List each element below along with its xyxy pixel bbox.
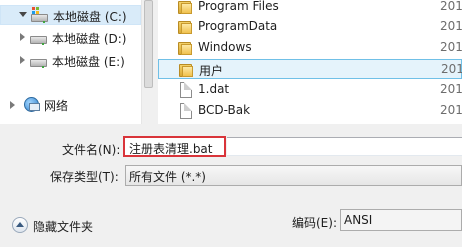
list-item[interactable]: Program Files 2016: [158, 0, 462, 17]
file-date: 2016: [440, 0, 462, 13]
file-name: ProgramData: [198, 19, 278, 33]
system-drive-icon: [31, 7, 48, 23]
folder-icon: [179, 63, 193, 77]
tree-item-label: 本地磁盘 (E:): [52, 55, 125, 69]
filename-label: 文件名(N):: [62, 143, 121, 157]
file-date: 2016: [440, 82, 462, 96]
expand-arrow-icon[interactable]: [20, 56, 25, 64]
folder-icon: [178, 41, 192, 55]
list-item[interactable]: Windows 2016: [158, 38, 462, 58]
list-item[interactable]: 1.dat 2016: [158, 80, 462, 100]
file-name: 1.dat: [198, 82, 230, 96]
encoding-label: 编码(E):: [292, 216, 337, 230]
tree-item-network[interactable]: 网络: [0, 95, 141, 115]
collapse-icon[interactable]: [12, 217, 28, 233]
navigation-pane: 本地磁盘 (C:) 本地磁盘 (D:) 本地磁盘 (E:) 网络: [0, 0, 154, 124]
file-list: Program Files 2016 ProgramData 2016 Wind…: [158, 0, 462, 124]
file-date: 2016: [440, 40, 462, 54]
file-date: 2016: [440, 103, 462, 117]
drive-icon: [30, 56, 47, 68]
file-name: Windows: [198, 40, 252, 54]
file-icon: [180, 82, 192, 98]
tree-item-drive-c[interactable]: 本地磁盘 (C:): [0, 5, 141, 25]
file-date: 2016: [440, 19, 462, 33]
filename-field[interactable]: 注册表清理.bat: [123, 136, 226, 157]
file-date: 2015: [441, 62, 462, 76]
tree-item-label: 网络: [44, 99, 69, 113]
network-icon: [24, 97, 40, 112]
tree-item-label: 本地磁盘 (C:): [53, 10, 127, 24]
filetype-value: 所有文件 (*.*): [129, 170, 206, 184]
list-item[interactable]: 用户 2015: [158, 59, 462, 79]
scrollbar-thumb[interactable]: [144, 0, 153, 88]
file-name: BCD-Bak: [198, 103, 251, 117]
folder-icon: [178, 20, 192, 34]
filename-input-extension[interactable]: [227, 137, 462, 156]
list-item[interactable]: BCD-Bak 2016: [158, 101, 462, 121]
tree-item-drive-e[interactable]: 本地磁盘 (E:): [0, 51, 141, 71]
expand-arrow-icon[interactable]: [19, 12, 27, 17]
filename-value: 注册表清理.bat: [129, 142, 213, 156]
tree-item-drive-d[interactable]: 本地磁盘 (D:): [0, 28, 141, 48]
hide-folders-button[interactable]: 隐藏文件夹: [33, 218, 93, 235]
file-name: 用户: [199, 64, 224, 78]
encoding-value: ANSI: [344, 213, 373, 227]
expand-arrow-icon[interactable]: [20, 33, 25, 41]
drive-icon: [30, 33, 47, 45]
filetype-label: 保存类型(T):: [50, 170, 119, 184]
expand-arrow-icon[interactable]: [10, 101, 15, 109]
folder-icon: [178, 0, 192, 14]
filetype-select[interactable]: 所有文件 (*.*): [125, 165, 462, 186]
file-name: Program Files: [198, 0, 279, 13]
encoding-select[interactable]: ANSI: [340, 209, 462, 231]
file-icon: [180, 103, 192, 119]
tree-item-label: 本地磁盘 (D:): [52, 32, 127, 46]
list-item[interactable]: ProgramData 2016: [158, 17, 462, 37]
